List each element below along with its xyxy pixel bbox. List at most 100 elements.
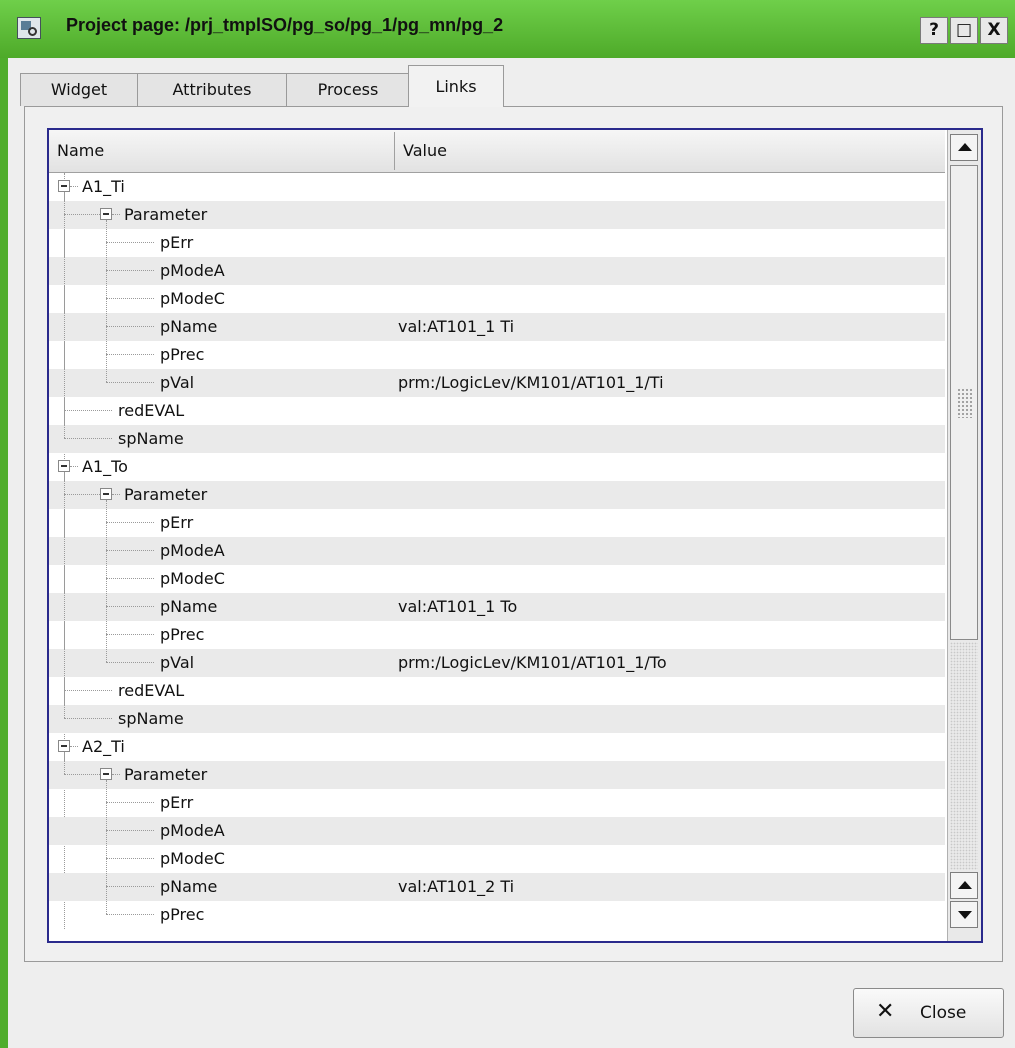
grip-icon: [957, 388, 973, 418]
scrollbar-thumb[interactable]: [950, 165, 978, 640]
tree-row[interactable]: pName val:AT101_2 Ti: [49, 873, 945, 901]
tree-row[interactable]: redEVAL: [49, 677, 945, 705]
row-name: pPrec: [160, 625, 205, 644]
row-name: pModeC: [160, 289, 225, 308]
project-page-dialog: Project page: /prj_tmplSO/pg_so/pg_1/pg_…: [0, 0, 1015, 1048]
tree-row[interactable]: pErr: [49, 509, 945, 537]
help-button[interactable]: ?: [920, 17, 948, 44]
maximize-button[interactable]: □: [950, 17, 978, 44]
arrow-up-icon: [958, 143, 972, 151]
tree-header: Name Value: [49, 130, 945, 173]
scrollbar-track[interactable]: [950, 642, 978, 870]
tree-branch-line: [106, 634, 154, 635]
row-name: redEVAL: [118, 681, 185, 700]
tree-branch-line: [106, 578, 154, 579]
row-name: spName: [118, 709, 184, 728]
row-name: pModeA: [160, 541, 225, 560]
scroll-down-button[interactable]: [950, 901, 978, 928]
tree-branch-line: [106, 550, 154, 551]
tree-row[interactable]: pModeC: [49, 285, 945, 313]
tree-row[interactable]: spName: [49, 705, 945, 733]
tree-row[interactable]: Parameter: [49, 481, 945, 509]
tree-branch-line: [106, 382, 154, 383]
collapse-toggle-icon[interactable]: [100, 488, 112, 500]
tree-row[interactable]: pName val:AT101_1 Ti: [49, 313, 945, 341]
row-name: pVal: [160, 653, 195, 672]
tree-row[interactable]: A1_Ti: [49, 173, 945, 201]
tree-row[interactable]: pVal prm:/LogicLev/KM101/AT101_1/To: [49, 649, 945, 677]
tree-branch-line: [64, 214, 100, 215]
row-value: prm:/LogicLev/KM101/AT101_1/Ti: [398, 373, 664, 392]
tree-row[interactable]: Parameter: [49, 201, 945, 229]
tree-row[interactable]: redEVAL: [49, 397, 945, 425]
tree-branch-line: [64, 410, 112, 411]
tree-row[interactable]: pErr: [49, 229, 945, 257]
scroll-up-button[interactable]: [950, 134, 978, 161]
row-name: pName: [160, 317, 218, 336]
tree-row[interactable]: pModeA: [49, 537, 945, 565]
links-tree[interactable]: Name Value A1_Ti Parameter pErr pModeA pMode…: [47, 128, 983, 943]
tree-branch-line: [64, 438, 112, 439]
tree-branch-line: [64, 690, 112, 691]
tree-branch-line: [106, 270, 154, 271]
arrow-down-icon: [958, 911, 972, 919]
tree-branch-line: [106, 354, 154, 355]
close-window-button[interactable]: X: [980, 17, 1008, 44]
tree-row[interactable]: pErr: [49, 789, 945, 817]
row-name: pPrec: [160, 345, 205, 364]
row-name: pVal: [160, 373, 195, 392]
row-name: A2_Ti: [82, 737, 125, 756]
tree-row[interactable]: pModeA: [49, 257, 945, 285]
tree-branch-line: [70, 746, 78, 747]
title-bar[interactable]: Project page: /prj_tmplSO/pg_so/pg_1/pg_…: [0, 0, 1015, 58]
close-button[interactable]: ✕ Close: [853, 988, 1004, 1038]
collapse-toggle-icon[interactable]: [58, 460, 70, 472]
arrow-up-icon: [958, 881, 972, 889]
row-name: pErr: [160, 793, 194, 812]
row-name: Parameter: [124, 765, 208, 784]
tree-row[interactable]: pName val:AT101_1 To: [49, 593, 945, 621]
tree-branch-line: [106, 606, 154, 607]
collapse-toggle-icon[interactable]: [58, 180, 70, 192]
tree-row[interactable]: pModeC: [49, 565, 945, 593]
row-name: pPrec: [160, 905, 205, 924]
tree-row[interactable]: pPrec: [49, 341, 945, 369]
tree-row[interactable]: pPrec: [49, 621, 945, 649]
tab-process[interactable]: Process: [286, 73, 410, 106]
tree-guide-line: [64, 472, 65, 718]
tree-row[interactable]: pPrec: [49, 901, 945, 929]
column-header-name[interactable]: Name: [49, 130, 394, 172]
tree-row[interactable]: pModeC: [49, 845, 945, 873]
collapse-toggle-icon[interactable]: [100, 768, 112, 780]
tab-links[interactable]: Links: [408, 65, 504, 107]
tree-guide-line: [106, 500, 107, 662]
row-name: pErr: [160, 233, 194, 252]
scroll-up-button-lower[interactable]: [950, 872, 978, 899]
tab-attributes[interactable]: Attributes: [137, 73, 287, 106]
tree-branch-line: [106, 914, 154, 915]
tree-branch-line: [106, 830, 154, 831]
tab-widget[interactable]: Widget: [20, 73, 138, 106]
row-name: pName: [160, 597, 218, 616]
close-button-label: Close: [920, 1003, 967, 1023]
collapse-toggle-icon[interactable]: [58, 740, 70, 752]
tree-branch-line: [70, 466, 78, 467]
tree-row[interactable]: spName: [49, 425, 945, 453]
row-name: pModeC: [160, 569, 225, 588]
collapse-toggle-icon[interactable]: [100, 208, 112, 220]
tree-branch-line: [106, 298, 154, 299]
tree-branch-line: [112, 774, 120, 775]
tree-guide-line: [106, 780, 107, 914]
tree-row[interactable]: Parameter: [49, 761, 945, 789]
tree-row[interactable]: pVal prm:/LogicLev/KM101/AT101_1/Ti: [49, 369, 945, 397]
tree-branch-line: [106, 326, 154, 327]
tree-row[interactable]: pModeA: [49, 817, 945, 845]
column-header-value[interactable]: Value: [395, 130, 945, 172]
row-value: val:AT101_2 Ti: [398, 877, 515, 896]
tree-row[interactable]: A1_To: [49, 453, 945, 481]
tree-branch-line: [106, 242, 154, 243]
vertical-scrollbar[interactable]: [947, 130, 981, 941]
tree-branch-line: [106, 802, 154, 803]
tree-branch-line: [106, 662, 154, 663]
tree-row[interactable]: A2_Ti: [49, 733, 945, 761]
